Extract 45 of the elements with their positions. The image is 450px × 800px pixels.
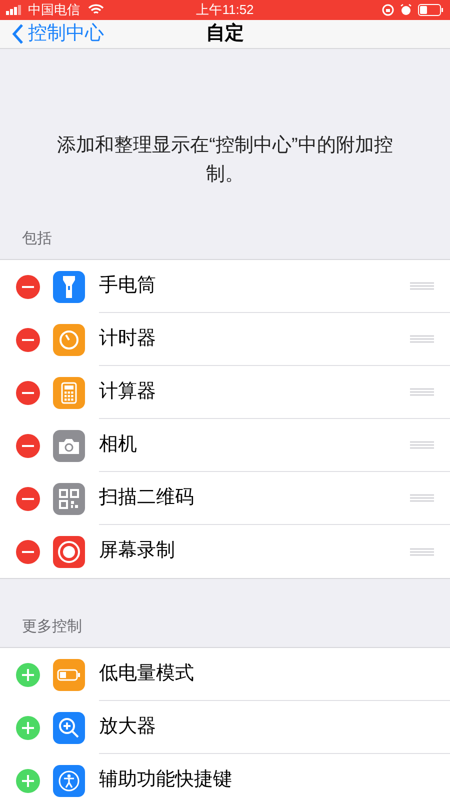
- flashlight-icon: [62, 274, 76, 298]
- add-button[interactable]: [16, 716, 40, 740]
- remove-button[interactable]: [16, 380, 40, 404]
- remove-button[interactable]: [16, 274, 40, 298]
- magnifier-icon: [58, 716, 80, 738]
- description-text: 添加和整理显示在“控制中心”中的附加控制。: [56, 134, 394, 187]
- rotation-lock-icon: [382, 4, 394, 16]
- reorder-handle-icon[interactable]: [410, 441, 434, 449]
- remove-button[interactable]: [16, 486, 40, 510]
- page-title: 自定: [206, 22, 244, 46]
- add-button[interactable]: [16, 768, 40, 792]
- section-header: 包括: [22, 230, 52, 247]
- control-label: 辅助功能快捷键: [99, 768, 233, 792]
- timer-icon: [58, 328, 80, 350]
- reorder-handle-icon[interactable]: [410, 282, 434, 290]
- reorder-handle-icon[interactable]: [410, 494, 434, 502]
- alarm-icon: [400, 4, 412, 16]
- control-label: 低电量模式: [99, 662, 195, 686]
- signal-icon: [6, 4, 24, 15]
- qr-code-icon: [59, 488, 79, 508]
- reorder-handle-icon[interactable]: [410, 388, 434, 396]
- control-label: 屏幕录制: [99, 539, 176, 564]
- reorder-handle-icon[interactable]: [410, 335, 434, 343]
- reorder-handle-icon[interactable]: [410, 548, 434, 556]
- back-button[interactable]: 控制中心: [0, 20, 104, 48]
- section-header: 更多控制: [22, 618, 82, 635]
- remove-button[interactable]: [16, 540, 40, 564]
- control-label: 手电筒: [99, 274, 157, 298]
- calculator-icon: [61, 382, 77, 404]
- chevron-left-icon: [12, 22, 24, 45]
- remove-button[interactable]: [16, 328, 40, 352]
- control-label: 计时器: [99, 326, 157, 351]
- control-label: 计算器: [99, 380, 157, 404]
- battery-status-icon: [418, 4, 444, 16]
- control-label: 相机: [99, 432, 138, 457]
- control-label: 放大器: [99, 714, 157, 739]
- control-label: 扫描二维码: [99, 486, 195, 510]
- carrier-name: 中国电信: [28, 1, 80, 19]
- camera-icon: [58, 436, 80, 454]
- battery-icon: [57, 668, 81, 680]
- accessibility-icon: [58, 770, 80, 792]
- remove-button[interactable]: [16, 434, 40, 458]
- add-button[interactable]: [16, 662, 40, 686]
- wifi-icon: [88, 4, 104, 16]
- clock-time: 上午11:52: [196, 1, 254, 19]
